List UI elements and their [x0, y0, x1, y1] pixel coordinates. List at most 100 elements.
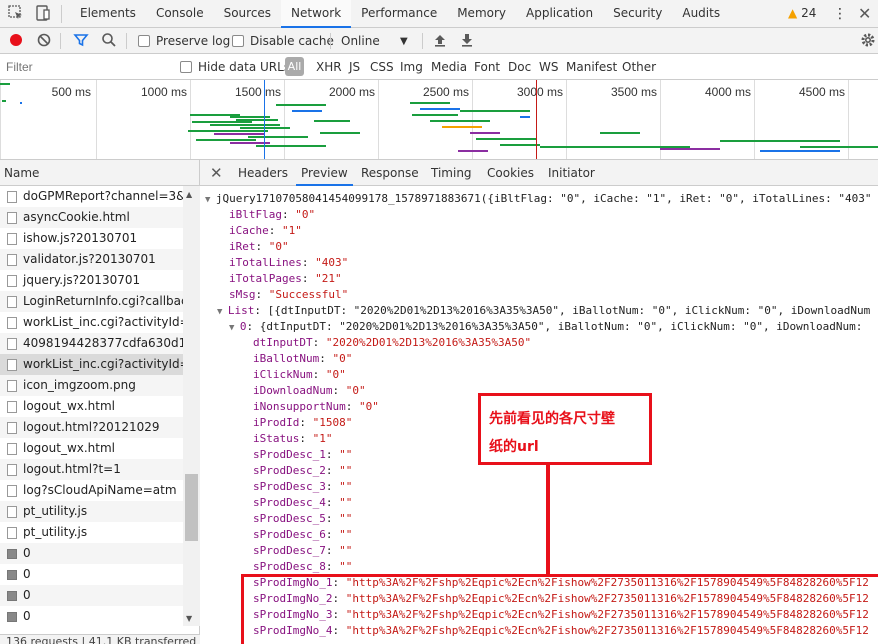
json-item-line[interactable]: ▼ 0: {dtInputDT: "2020%2D01%2D13%2016%3A… — [229, 319, 862, 335]
timeline-request-bar — [476, 138, 536, 140]
request-row[interactable]: LoginReturnInfo.cgi?callback= — [0, 291, 183, 312]
request-row[interactable]: 0 — [0, 585, 183, 606]
json-root-line[interactable]: ▼ jQuery17107058041454099178_15789718836… — [205, 191, 871, 207]
tab-sources[interactable]: Sources — [214, 0, 281, 28]
request-row[interactable]: validator.js?20130701 — [0, 249, 183, 270]
filter-type-manifest[interactable]: Manifest — [566, 60, 617, 74]
request-row[interactable]: asyncCookie.html — [0, 207, 183, 228]
image-file-icon — [7, 591, 17, 601]
token: : — [325, 544, 340, 557]
close-detail-icon[interactable]: ✕ — [210, 160, 223, 186]
detail-tab-headers[interactable]: Headers — [233, 160, 293, 186]
request-row[interactable]: 0 — [0, 564, 183, 585]
tab-performance[interactable]: Performance — [351, 0, 447, 28]
filter-type-font[interactable]: Font — [474, 60, 500, 74]
device-toolbar-icon[interactable] — [34, 5, 52, 23]
request-row[interactable]: logout.html?20121029 — [0, 417, 183, 438]
filter-type-css[interactable]: CSS — [370, 60, 394, 74]
request-row[interactable]: 0 — [0, 606, 183, 627]
tab-memory[interactable]: Memory — [447, 0, 516, 28]
record-icon[interactable] — [7, 32, 25, 50]
request-row[interactable]: 0 — [0, 543, 183, 564]
request-list-scrollbar[interactable] — [183, 186, 200, 626]
hide-data-urls-checkbox[interactable]: Hide data URLs — [180, 60, 290, 74]
json-property: dtInputDT: "2020%2D01%2D13%2016%3A35%3A5… — [253, 335, 531, 351]
chevron-down-icon[interactable]: ▼ — [400, 34, 408, 50]
token: : — [268, 224, 282, 237]
timeline-request-bar — [292, 110, 322, 112]
import-har-icon[interactable] — [431, 32, 449, 50]
expand-arrow-icon[interactable]: ▼ — [229, 323, 240, 333]
filter-type-doc[interactable]: Doc — [508, 60, 531, 74]
expand-arrow-icon[interactable]: ▼ — [205, 195, 216, 205]
request-row[interactable]: 4098194428377cdfa630d1f857 — [0, 333, 183, 354]
tab-console[interactable]: Console — [146, 0, 214, 28]
filter-type-media[interactable]: Media — [431, 60, 467, 74]
tab-audits[interactable]: Audits — [672, 0, 730, 28]
close-icon[interactable]: ✕ — [858, 4, 871, 24]
detail-tab-timing[interactable]: Timing — [426, 160, 477, 186]
inspect-element-icon[interactable] — [7, 5, 25, 23]
tab-elements[interactable]: Elements — [70, 0, 146, 28]
scrollbar-thumb[interactable] — [185, 474, 198, 541]
detail-tab-cookies[interactable]: Cookies — [482, 160, 539, 186]
checkbox[interactable] — [232, 35, 244, 47]
request-row[interactable]: workList_inc.cgi?activityId=273 — [0, 312, 183, 333]
request-row[interactable]: icon_imgzoom.png — [0, 375, 183, 396]
request-name: ishow.js?20130701 — [23, 231, 138, 245]
filter-all-button[interactable]: All — [285, 57, 304, 76]
token: : — [255, 240, 269, 253]
timeline-tick-label: 2500 ms — [423, 85, 469, 99]
expand-arrow-icon[interactable]: ▼ — [217, 307, 228, 317]
scroll-down-icon[interactable]: ▼ — [186, 614, 192, 623]
warning-counter[interactable]: ▲ 24 — [788, 6, 816, 20]
timeline-request-bar — [442, 126, 482, 128]
tab-network[interactable]: Network — [281, 0, 352, 28]
detail-tab-response[interactable]: Response — [356, 160, 424, 186]
image-file-icon — [7, 612, 17, 622]
scroll-up-icon[interactable]: ▲ — [186, 190, 192, 199]
filter-icon[interactable] — [72, 32, 90, 50]
request-row[interactable]: doGPMReport?channel=3&sSit — [0, 186, 183, 207]
timeline-overview[interactable]: 500 ms 1000 ms 1500 ms 2000 ms 2500 ms 3000 m… — [0, 80, 878, 160]
json-list-line[interactable]: ▼ List: [{dtInputDT: "2020%2D01%2D13%201… — [217, 303, 870, 319]
checkbox[interactable] — [180, 61, 192, 73]
json-property: iCache: "1" — [229, 223, 302, 239]
json-property: iBallotNum: "0" — [253, 351, 352, 367]
filter-type-xhr[interactable]: XHR — [316, 60, 342, 74]
settings-gear-icon[interactable] — [859, 32, 877, 50]
name-column-header[interactable]: Name — [0, 160, 200, 186]
tab-application[interactable]: Application — [516, 0, 603, 28]
filter-type-js[interactable]: JS — [349, 60, 360, 74]
tab-security[interactable]: Security — [603, 0, 672, 28]
request-name: validator.js?20130701 — [23, 252, 156, 266]
request-name: workList_inc.cgi?activityId=273 — [23, 315, 183, 329]
filter-type-other[interactable]: Other — [622, 60, 656, 74]
request-row[interactable]: log?sCloudApiName=atm — [0, 480, 183, 501]
filter-type-ws[interactable]: WS — [539, 60, 558, 74]
detail-tab-initiator[interactable]: Initiator — [543, 160, 600, 186]
request-row[interactable]: pt_utility.js — [0, 501, 183, 522]
json-key: iTotalPages — [229, 272, 302, 285]
request-row[interactable]: workList_inc.cgi?activityId=273 — [0, 354, 183, 375]
disable-cache-checkbox[interactable]: Disable cache — [232, 33, 334, 49]
timeline-chart: 500 ms 1000 ms 1500 ms 2000 ms 2500 ms 3000 m… — [0, 80, 878, 159]
clear-icon[interactable] — [35, 32, 53, 50]
request-row[interactable]: logout_wx.html — [0, 438, 183, 459]
checkbox[interactable] — [138, 35, 150, 47]
export-har-icon[interactable] — [458, 32, 476, 50]
search-icon[interactable] — [100, 32, 118, 50]
filter-type-img[interactable]: Img — [400, 60, 423, 74]
request-row[interactable]: ishow.js?20130701 — [0, 228, 183, 249]
detail-tab-preview[interactable]: Preview — [296, 160, 353, 186]
timeline-request-bar — [470, 132, 500, 134]
more-options-icon[interactable]: ⋮ — [833, 4, 847, 24]
annotation-connector — [546, 465, 550, 575]
preserve-log-checkbox[interactable]: Preserve log — [138, 33, 230, 49]
request-row[interactable]: pt_utility.js — [0, 522, 183, 543]
filter-input[interactable] — [2, 58, 168, 76]
request-row[interactable]: logout.html?t=1 — [0, 459, 183, 480]
request-row[interactable]: logout_wx.html — [0, 396, 183, 417]
request-row[interactable]: jquery.js?20130701 — [0, 270, 183, 291]
throttling-select[interactable]: Online — [341, 33, 380, 49]
